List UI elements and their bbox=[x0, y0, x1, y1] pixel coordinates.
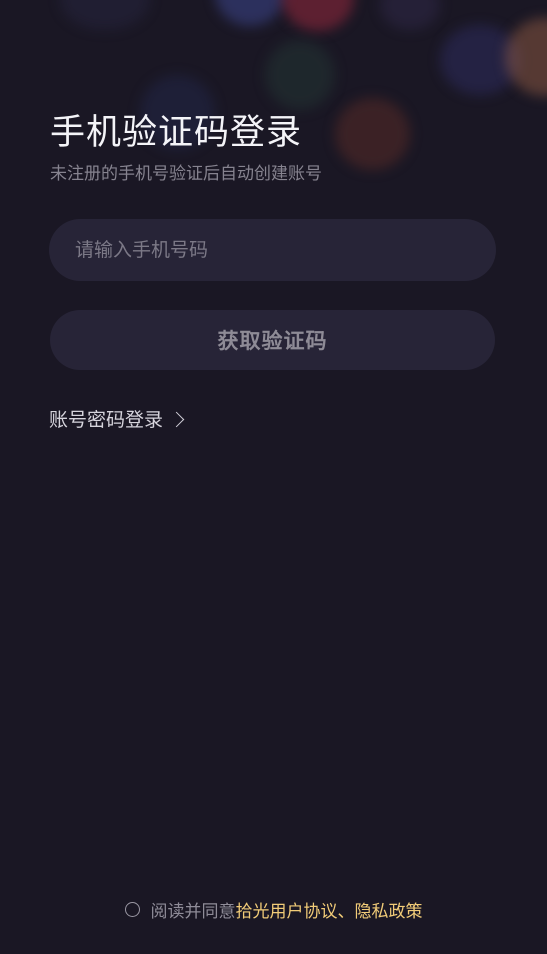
agreement-prefix: 阅读并同意 bbox=[150, 902, 236, 922]
page-title: 手机验证码登录 bbox=[50, 113, 303, 153]
agreement-row: 阅读并同意 拾光用户协议 、 隐私政策 bbox=[0, 897, 547, 922]
privacy-policy-link[interactable]: 隐私政策 bbox=[355, 897, 423, 922]
get-verification-code-button[interactable]: 获取验证码 bbox=[50, 310, 495, 370]
page-subtitle: 未注册的手机号验证后自动创建账号 bbox=[50, 164, 322, 184]
get-verification-code-label: 获取验证码 bbox=[217, 329, 328, 353]
bokeh-light bbox=[505, 18, 547, 96]
password-login-link[interactable]: 账号密码登录 bbox=[49, 405, 185, 432]
bokeh-light bbox=[335, 98, 410, 170]
password-login-label: 账号密码登录 bbox=[49, 409, 164, 431]
agreement-separator: 、 bbox=[337, 902, 355, 922]
agree-checkbox[interactable] bbox=[124, 902, 140, 917]
bokeh-light bbox=[60, 0, 150, 30]
bokeh-light bbox=[282, 0, 354, 31]
user-agreement-link[interactable]: 拾光用户协议 bbox=[236, 897, 338, 922]
bokeh-light bbox=[215, 0, 285, 26]
chevron-right-icon bbox=[168, 411, 185, 427]
bokeh-light bbox=[380, 0, 440, 30]
phone-number-input[interactable] bbox=[49, 219, 496, 281]
bokeh-light bbox=[265, 40, 335, 110]
